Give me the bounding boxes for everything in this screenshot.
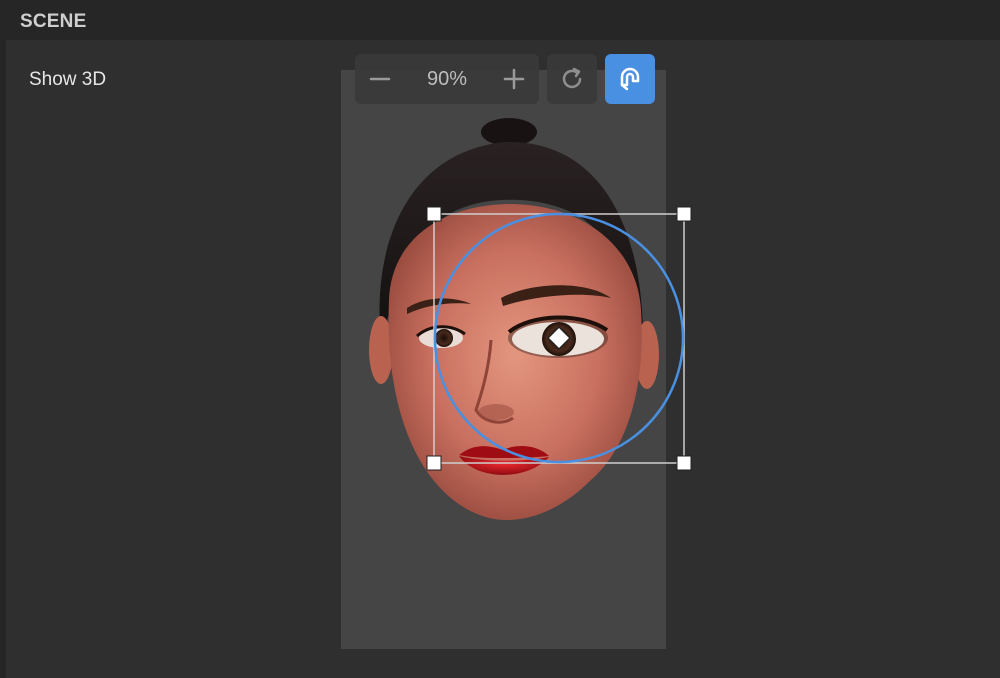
left-iris xyxy=(435,329,453,347)
minus-icon xyxy=(369,77,391,81)
zoom-in-button[interactable] xyxy=(489,54,539,104)
hair-bun xyxy=(481,118,537,146)
resize-handle-top-right[interactable] xyxy=(676,206,692,222)
magnet-snap-icon xyxy=(620,67,640,91)
resize-handle-bottom-left[interactable] xyxy=(426,455,442,471)
scene-header: SCENE xyxy=(0,0,1000,40)
resize-handle-bottom-right[interactable] xyxy=(676,455,692,471)
snap-magnet-button[interactable] xyxy=(605,54,655,104)
scene-title: SCENE xyxy=(20,11,87,32)
resize-handle-top-left[interactable] xyxy=(426,206,442,222)
zoom-out-button[interactable] xyxy=(355,54,405,104)
show-3d-label[interactable]: Show 3D xyxy=(29,69,106,91)
face-image[interactable] xyxy=(341,70,666,649)
zoom-value: 90% xyxy=(426,68,468,90)
rotate-reset-icon xyxy=(562,67,582,89)
zoom-control: 90% xyxy=(355,54,539,104)
scene-app: SCENE Show 3D 90% xyxy=(0,0,1000,678)
plus-icon xyxy=(503,68,525,90)
reset-rotation-button[interactable] xyxy=(547,54,597,104)
